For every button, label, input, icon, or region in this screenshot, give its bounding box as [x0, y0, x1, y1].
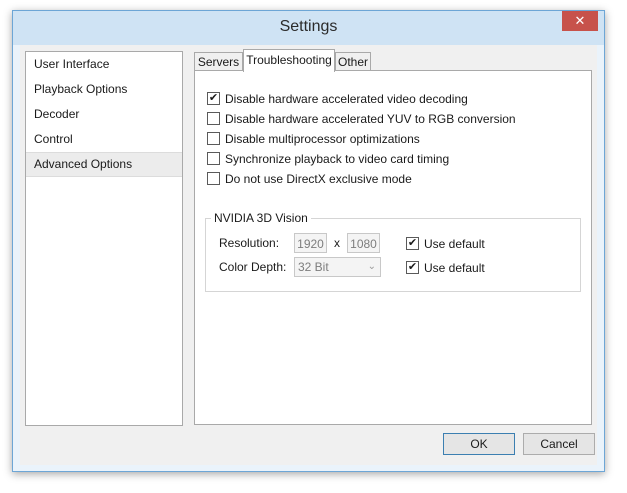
checkbox-directx-exclusive[interactable] [207, 172, 220, 185]
tab-servers[interactable]: Servers [194, 52, 243, 70]
color-depth-select[interactable]: 32 Bit ⌄ [294, 257, 381, 277]
check-icon[interactable]: ✔ [406, 237, 419, 250]
color-depth-value: 32 Bit [298, 260, 329, 274]
close-icon: ✕ [574, 13, 586, 28]
group-title: NVIDIA 3D Vision [211, 211, 311, 225]
sidebar-item-control[interactable]: Control [26, 127, 182, 152]
checkbox-sync-timing[interactable] [207, 152, 220, 165]
title-bar: Settings ✕ [13, 11, 604, 45]
tab-other[interactable]: Other [335, 52, 371, 70]
dialog-client: User Interface Playback Options Decoder … [20, 45, 597, 465]
resolution-height-input[interactable]: 1080 [347, 233, 380, 253]
sidebar-item-advanced-options[interactable]: Advanced Options [26, 152, 182, 177]
troubleshooting-panel: ✔ Disable hardware accelerated video dec… [194, 70, 592, 425]
checkbox-multiprocessor[interactable] [207, 132, 220, 145]
check-icon[interactable]: ✔ [207, 92, 220, 105]
sidebar-item-user-interface[interactable]: User Interface [26, 52, 182, 77]
chevron-down-icon: ⌄ [367, 261, 376, 272]
checkbox-yuv-rgb[interactable] [207, 112, 220, 125]
settings-sidebar: User Interface Playback Options Decoder … [25, 51, 183, 426]
check-icon[interactable]: ✔ [406, 261, 419, 274]
cancel-button[interactable]: Cancel [523, 433, 595, 455]
sidebar-item-decoder[interactable]: Decoder [26, 102, 182, 127]
resolution-width-input[interactable]: 1920 [294, 233, 327, 253]
resolution-separator: x [334, 236, 340, 250]
close-button[interactable]: ✕ [562, 11, 598, 31]
tab-troubleshooting[interactable]: Troubleshooting [243, 49, 335, 72]
window-title: Settings [279, 18, 338, 35]
resolution-label: Resolution: [219, 236, 280, 250]
ok-button[interactable]: OK [443, 433, 515, 455]
sidebar-item-playback-options[interactable]: Playback Options [26, 77, 182, 102]
settings-window: Settings ✕ User Interface Playback Optio… [12, 10, 605, 472]
nvidia-3d-vision-group: NVIDIA 3D Vision Resolution: 1920 x 1080… [205, 211, 581, 292]
color-depth-label: Color Depth: [219, 260, 287, 274]
